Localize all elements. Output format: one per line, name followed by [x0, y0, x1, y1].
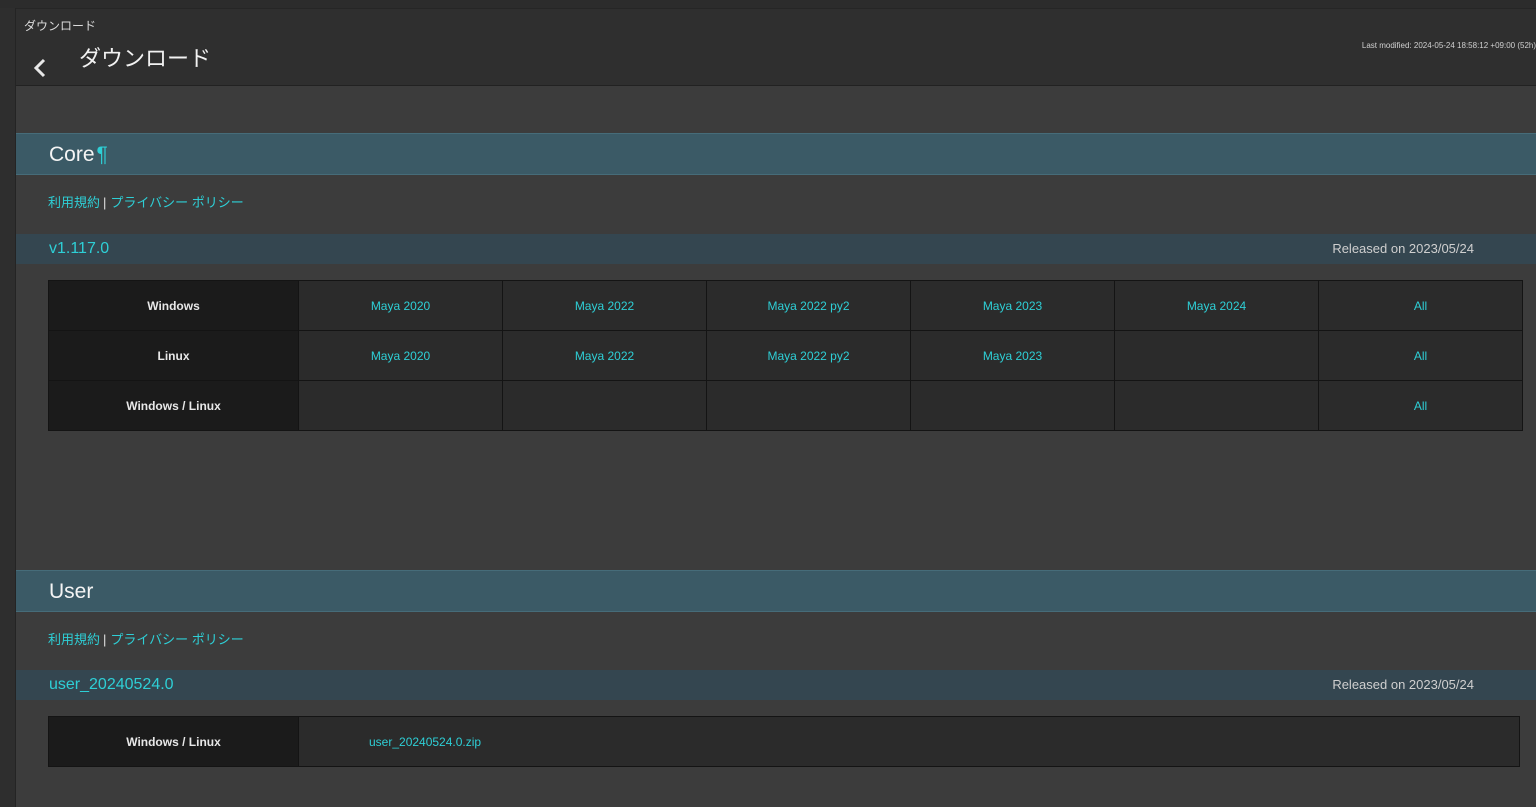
download-cell — [1114, 380, 1319, 431]
window-top-strip — [0, 0, 1536, 9]
download-link[interactable]: All — [1414, 399, 1427, 413]
download-cell: Maya 2020 — [298, 280, 503, 331]
download-link[interactable]: Maya 2020 — [371, 299, 430, 313]
download-link[interactable]: Maya 2022 — [575, 349, 634, 363]
user-privacy-link[interactable]: プライバシー ポリシー — [110, 632, 243, 647]
chevron-left-icon — [33, 58, 46, 78]
download-cell — [502, 380, 707, 431]
platform-header: Windows — [48, 280, 299, 331]
user-terms-link[interactable]: 利用規約 — [48, 632, 100, 647]
download-cell: Maya 2022 py2 — [706, 280, 911, 331]
link-separator: | — [103, 632, 107, 647]
download-cell — [1114, 330, 1319, 381]
download-link[interactable]: Maya 2022 — [575, 299, 634, 313]
core-links-row: 利用規約 | プライバシー ポリシー — [48, 192, 244, 211]
user-download-table: Windows / Linux user_20240524.0.zip — [48, 716, 1520, 767]
download-cell — [706, 380, 911, 431]
core-download-table: Windows Maya 2020 Maya 2022 Maya 2022 py2 Ma… — [48, 280, 1523, 431]
last-modified: Last modified: 2024-05-24 18:58:12 +09:0… — [1361, 41, 1536, 50]
table-row: Linux Maya 2020 Maya 2022 Maya 2022 py2 Maya… — [48, 330, 1523, 381]
page-title: ダウンロード — [79, 46, 212, 71]
download-link[interactable]: Maya 2020 — [371, 349, 430, 363]
platform-header: Linux — [48, 330, 299, 381]
core-section-title: Core¶ — [49, 143, 108, 167]
core-privacy-link[interactable]: プライバシー ポリシー — [110, 195, 243, 210]
core-version-link[interactable]: v1.117.0 — [49, 240, 109, 258]
download-link[interactable]: Maya 2022 py2 — [767, 299, 849, 313]
core-terms-link[interactable]: 利用規約 — [48, 195, 100, 210]
left-rail — [0, 8, 16, 807]
user-section-header: User — [16, 570, 1536, 612]
back-button[interactable] — [30, 55, 50, 81]
download-cell: All — [1318, 330, 1523, 381]
core-released-date: Released on 2023/05/24 — [1332, 241, 1474, 256]
platform-header: Windows / Linux — [48, 380, 299, 431]
user-section-title: User — [49, 580, 94, 603]
download-link[interactable]: user_20240524.0.zip — [369, 735, 481, 749]
core-title-text: Core — [49, 143, 95, 166]
download-link[interactable]: Maya 2023 — [983, 349, 1042, 363]
download-link[interactable]: Maya 2024 — [1187, 299, 1246, 313]
download-link[interactable]: Maya 2023 — [983, 299, 1042, 313]
download-link[interactable]: All — [1414, 349, 1427, 363]
download-link[interactable]: Maya 2022 py2 — [767, 349, 849, 363]
download-cell: Maya 2022 py2 — [706, 330, 911, 381]
core-section-header: Core¶ — [16, 133, 1536, 175]
pilcrow-anchor-icon[interactable]: ¶ — [97, 143, 108, 166]
download-cell: All — [1318, 380, 1523, 431]
download-cell: Maya 2022 — [502, 330, 707, 381]
user-version-link[interactable]: user_20240524.0 — [49, 676, 174, 694]
user-released-date: Released on 2023/05/24 — [1332, 677, 1474, 692]
user-version-bar: user_20240524.0 Released on 2023/05/24 — [16, 670, 1536, 700]
user-links-row: 利用規約 | プライバシー ポリシー — [48, 629, 244, 648]
link-separator: | — [103, 195, 107, 210]
table-row: Windows Maya 2020 Maya 2022 Maya 2022 py2 Ma… — [48, 280, 1523, 331]
download-cell: Maya 2023 — [910, 330, 1115, 381]
download-cell: Maya 2020 — [298, 330, 503, 381]
download-link[interactable]: All — [1414, 299, 1427, 313]
core-version-bar: v1.117.0 Released on 2023/05/24 — [16, 234, 1536, 264]
page-header: ダウンロード ダウンロード Last modified: 2024-05-24 … — [16, 9, 1536, 86]
download-cell: Maya 2022 — [502, 280, 707, 331]
file-cell: user_20240524.0.zip — [298, 716, 1520, 767]
table-row: Windows / Linux user_20240524.0.zip — [48, 716, 1520, 767]
download-cell: All — [1318, 280, 1523, 331]
table-row: Windows / Linux All — [48, 380, 1523, 431]
platform-header: Windows / Linux — [48, 716, 299, 767]
download-cell — [910, 380, 1115, 431]
breadcrumb[interactable]: ダウンロード — [24, 17, 96, 34]
download-cell: Maya 2024 — [1114, 280, 1319, 331]
download-cell: Maya 2023 — [910, 280, 1115, 331]
main-content: Core¶ 利用規約 | プライバシー ポリシー v1.117.0 Released… — [16, 86, 1536, 807]
download-cell — [298, 380, 503, 431]
